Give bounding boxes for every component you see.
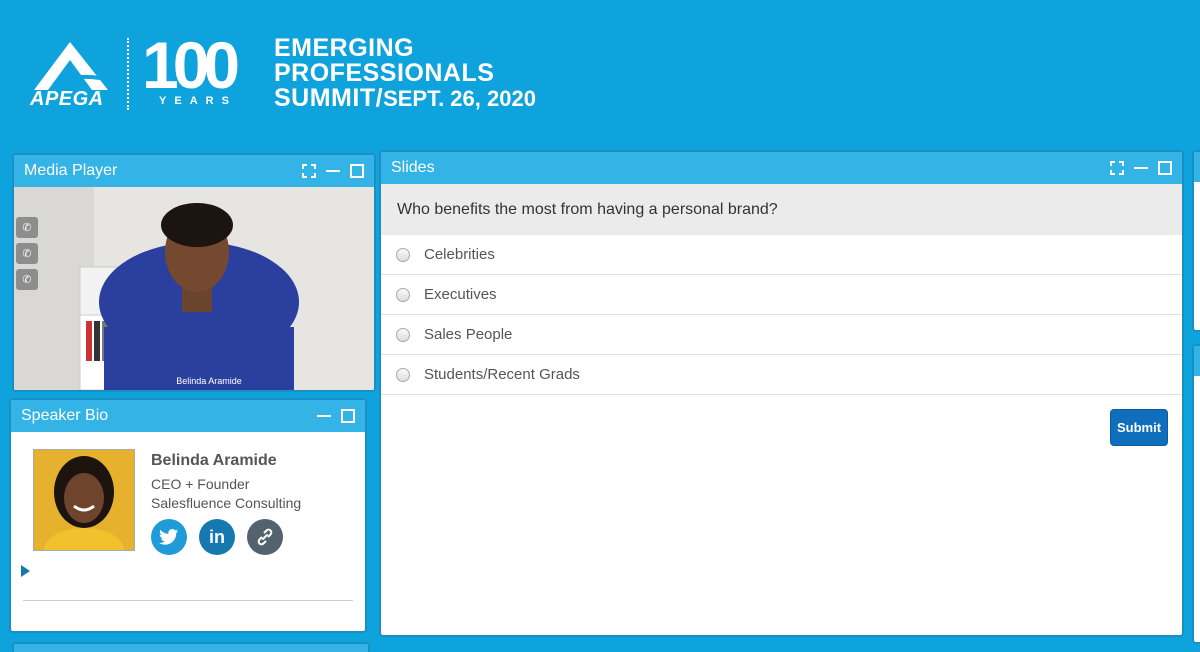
media-side-controls: ✆ ✆ ✆ (16, 217, 38, 290)
linkedin-icon[interactable]: in (199, 519, 235, 555)
poll-option-label: Students/Recent Grads (424, 366, 580, 383)
phone-icon[interactable]: ✆ (16, 269, 38, 290)
minimize-icon[interactable] (1134, 161, 1148, 175)
phone-icon[interactable]: ✆ (16, 243, 38, 264)
speaker-name: Belinda Aramide (151, 452, 277, 469)
anniversary-number: 100 (142, 28, 240, 102)
event-title-line2: PROFESSIONALS (274, 59, 495, 87)
speaker-video-frame (14, 187, 374, 390)
media-player-header[interactable]: Media Player (14, 155, 374, 187)
poll-option-label: Sales People (424, 326, 513, 343)
org-wordmark: APEGA (30, 88, 104, 110)
speaker-bio-window-controls (317, 409, 365, 423)
maximize-icon[interactable] (1158, 161, 1172, 175)
phone-icon[interactable]: ✆ (16, 217, 38, 238)
twitter-icon[interactable] (151, 519, 187, 555)
speaker-bio-body: Belinda Aramide CEO + Founder Salesfluen… (11, 432, 365, 631)
video-stream[interactable]: ✆ ✆ ✆ Belinda Aramide (14, 187, 374, 390)
poll-option-label: Executives (424, 286, 497, 303)
event-title-summit: SUMMIT (274, 84, 376, 112)
poll-option[interactable]: Celebrities (381, 235, 1182, 275)
speaker-role: CEO + Founder (151, 476, 250, 492)
video-caption: Belinda Aramide (176, 376, 242, 386)
poll-option-label: Celebrities (424, 246, 495, 263)
event-title-line1: EMERGING (274, 34, 415, 62)
radio-button[interactable] (396, 367, 410, 382)
speaker-bio-panel: Speaker Bio Belinda Aramide CEO + Founde… (9, 398, 367, 633)
slides-title: Slides (391, 159, 435, 176)
link-icon[interactable] (247, 519, 283, 555)
event-title: EMERGING PROFESSIONALS SUMMIT/SEPT. 26, … (274, 34, 536, 112)
media-player-title: Media Player (24, 162, 118, 179)
speaker-company: Salesfluence Consulting (151, 495, 302, 511)
anniversary-unit: YEARS (159, 95, 237, 107)
logo-divider (127, 38, 129, 110)
maximize-icon[interactable] (350, 164, 364, 178)
expand-arrow-icon[interactable] (21, 565, 30, 577)
submit-button[interactable]: Submit (1110, 409, 1168, 446)
radio-button[interactable] (396, 247, 410, 262)
radio-button[interactable] (396, 287, 410, 302)
poll-option[interactable]: Sales People (381, 315, 1182, 355)
expand-icon[interactable] (1110, 161, 1124, 175)
media-player-panel: Media Player ✆ ✆ ✆ Belinda Aramide (12, 153, 376, 392)
poll-option[interactable]: Students/Recent Grads (381, 355, 1182, 395)
slides-header[interactable]: Slides (381, 152, 1182, 184)
event-date: SEPT. 26, 2020 (383, 86, 536, 111)
expand-icon[interactable] (302, 164, 316, 178)
offscreen-panel-bottom[interactable] (12, 642, 370, 652)
poll-question: Who benefits the most from having a pers… (381, 184, 1182, 235)
poll-option[interactable]: Executives (381, 275, 1182, 315)
media-player-window-controls (302, 164, 374, 178)
bio-divider (23, 600, 353, 601)
event-header: APEGA 100 YEARS EMERGING PROFESSIONALS S… (0, 0, 1200, 150)
speaker-photo (33, 449, 135, 551)
speaker-bio-title: Speaker Bio (21, 407, 109, 424)
event-title-line3: SUMMIT/SEPT. 26, 2020 (274, 84, 536, 112)
slides-panel: Slides Who benefits the most from having… (379, 150, 1184, 637)
offscreen-panel-right-top[interactable] (1192, 150, 1200, 332)
social-links: in (151, 519, 283, 555)
speaker-bio-header[interactable]: Speaker Bio (11, 400, 365, 432)
offscreen-panel-right-bottom[interactable] (1192, 344, 1200, 644)
minimize-icon[interactable] (326, 164, 340, 178)
maximize-icon[interactable] (341, 409, 355, 423)
radio-button[interactable] (396, 327, 410, 342)
slides-window-controls (1110, 161, 1182, 175)
minimize-icon[interactable] (317, 409, 331, 423)
